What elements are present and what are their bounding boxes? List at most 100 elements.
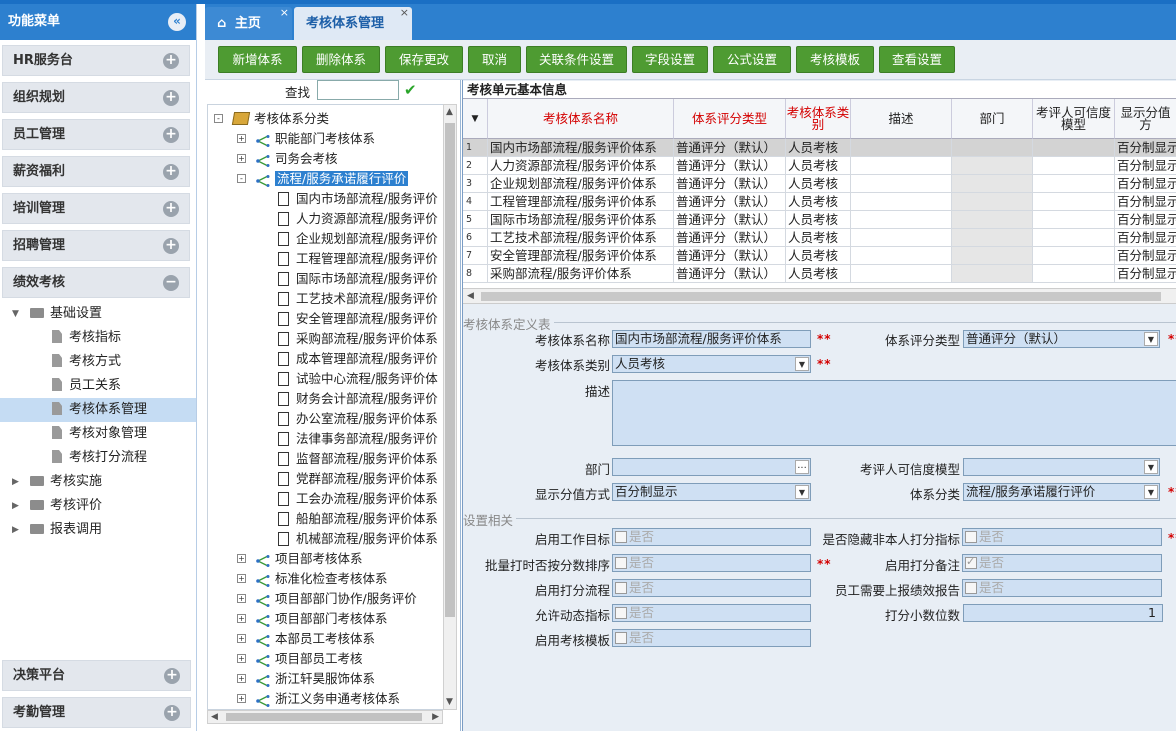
- checkbox[interactable]: [965, 555, 977, 570]
- menu-tree-item[interactable]: ▶ 考核评价: [0, 494, 196, 518]
- table-cell[interactable]: 百分制显示: [1115, 211, 1176, 229]
- tree-node[interactable]: 机械部流程/服务评价体系: [278, 529, 438, 549]
- tree-vertical-scrollbar[interactable]: ▲ ▼: [443, 104, 457, 710]
- checkbox-field[interactable]: 是否: [612, 629, 811, 647]
- tree-node[interactable]: 工会办流程/服务评价体系: [278, 489, 438, 509]
- scroll-right-icon[interactable]: ▶: [432, 712, 439, 722]
- tree-node[interactable]: 安全管理部流程/服务评价: [278, 309, 438, 329]
- table-cell[interactable]: [952, 175, 1033, 193]
- checkbox-field[interactable]: 是否: [612, 579, 811, 597]
- column-header[interactable]: 考评人可信度模型: [1033, 99, 1115, 139]
- menu-section[interactable]: HR服务台 +: [2, 45, 190, 76]
- table-cell[interactable]: [952, 139, 1033, 157]
- tree-node[interactable]: 采购部流程/服务评价体系: [278, 329, 438, 349]
- menu-tree-item[interactable]: 考核对象管理: [0, 422, 196, 446]
- expand-icon[interactable]: +: [237, 154, 246, 163]
- tab-home[interactable]: ⌂ 主页 ×: [205, 6, 292, 40]
- expand-icon[interactable]: +: [237, 634, 246, 643]
- table-cell[interactable]: 人员考核: [786, 193, 851, 211]
- column-header[interactable]: 考核体系类别: [786, 99, 851, 139]
- table-cell[interactable]: 百分制显示: [1115, 265, 1176, 283]
- toolbar-button[interactable]: 新增体系: [218, 46, 297, 73]
- table-cell[interactable]: [1033, 139, 1115, 157]
- checkbox-field[interactable]: 是否: [962, 554, 1162, 572]
- table-cell[interactable]: [1033, 175, 1115, 193]
- toolbar-button[interactable]: 删除体系: [302, 46, 380, 73]
- table-cell[interactable]: 百分制显示: [1115, 175, 1176, 193]
- tree-node[interactable]: 浙江轩昊服饰体系: [256, 669, 375, 689]
- checkbox-field[interactable]: 是否: [612, 554, 811, 572]
- table-cell[interactable]: 百分制显示: [1115, 229, 1176, 247]
- checkbox-field[interactable]: 是否: [612, 528, 811, 546]
- scroll-down-icon[interactable]: ▼: [446, 697, 453, 707]
- table-cell[interactable]: 人员考核: [786, 175, 851, 193]
- table-cell[interactable]: [1033, 265, 1115, 283]
- toolbar-button[interactable]: 取消: [468, 46, 521, 73]
- table-row[interactable]: 7 安全管理部流程/服务评价体系 普通评分（默认） 人员考核 百分制显示: [463, 247, 1176, 265]
- menu-section[interactable]: 薪资福利 +: [2, 156, 190, 187]
- tree-node[interactable]: 浙江义务申通考核体系: [256, 689, 400, 709]
- dropdown-arrow-icon[interactable]: ▼: [795, 357, 809, 371]
- tree-node[interactable]: 项目部考核体系: [256, 549, 363, 569]
- browse-icon[interactable]: ...: [795, 460, 809, 474]
- menu-tree-item[interactable]: ▶ 报表调用: [0, 518, 196, 542]
- tree-node[interactable]: 法律事务部流程/服务评价: [278, 429, 438, 449]
- table-cell[interactable]: [851, 139, 952, 157]
- dropdown-arrow-icon[interactable]: ▼: [795, 485, 809, 499]
- checkbox-field[interactable]: 是否: [962, 528, 1162, 546]
- tree-node[interactable]: 企业规划部流程/服务评价: [278, 229, 438, 249]
- close-icon[interactable]: ×: [400, 0, 409, 29]
- tree-node[interactable]: 财务会计部流程/服务评价: [278, 389, 438, 409]
- checkbox[interactable]: [615, 531, 627, 543]
- dropdown-arrow-icon[interactable]: ▼: [1144, 332, 1158, 346]
- checkbox-field[interactable]: 是否: [962, 579, 1162, 597]
- tree-node[interactable]: 本部员工考核体系: [256, 629, 375, 649]
- table-row[interactable]: 8 采购部流程/服务评价体系 普通评分（默认） 人员考核 百分制显示: [463, 265, 1176, 283]
- menu-section[interactable]: 绩效考核 −: [2, 267, 190, 298]
- checkbox[interactable]: [615, 607, 627, 619]
- menu-tree-item[interactable]: 考核方式: [0, 350, 196, 374]
- expand-icon[interactable]: +: [237, 654, 246, 663]
- table-cell[interactable]: 百分制显示: [1115, 247, 1176, 265]
- menu-section[interactable]: 决策平台 +: [2, 660, 191, 691]
- table-cell[interactable]: 普通评分（默认）: [674, 229, 786, 247]
- system-class-select[interactable]: 流程/服务承诺履行评价 ▼: [963, 483, 1160, 501]
- menu-tree-item[interactable]: ▼ 基础设置: [0, 302, 196, 326]
- table-cell[interactable]: 人员考核: [786, 265, 851, 283]
- collapse-icon[interactable]: -: [214, 114, 223, 123]
- table-cell[interactable]: 人力资源部流程/服务评价体系: [488, 157, 674, 175]
- table-cell[interactable]: [952, 193, 1033, 211]
- expand-icon[interactable]: +: [163, 201, 179, 217]
- checkbox[interactable]: [615, 557, 627, 569]
- toolbar-button[interactable]: 公式设置: [713, 46, 791, 73]
- table-cell[interactable]: 企业规划部流程/服务评价体系: [488, 175, 674, 193]
- decimal-places-input[interactable]: 1: [963, 604, 1163, 622]
- expand-icon[interactable]: +: [237, 594, 246, 603]
- toolbar-button[interactable]: 字段设置: [632, 46, 708, 73]
- table-row[interactable]: 4 工程管理部流程/服务评价体系 普通评分（默认） 人员考核 百分制显示: [463, 193, 1176, 211]
- expand-icon[interactable]: +: [237, 134, 246, 143]
- table-cell[interactable]: [1033, 229, 1115, 247]
- system-category-select[interactable]: 人员考核 ▼: [612, 355, 811, 373]
- menu-section[interactable]: 考勤管理 +: [2, 697, 191, 728]
- table-cell[interactable]: [952, 211, 1033, 229]
- table-cell[interactable]: 人员考核: [786, 211, 851, 229]
- menu-section[interactable]: 招聘管理 +: [2, 230, 190, 261]
- column-header[interactable]: 显示分值方: [1115, 99, 1176, 139]
- table-cell[interactable]: 普通评分（默认）: [674, 247, 786, 265]
- tree-node[interactable]: 成本管理部流程/服务评价: [278, 349, 438, 369]
- description-textarea[interactable]: [612, 380, 1176, 446]
- menu-tree-item[interactable]: ▶ 考核实施: [0, 470, 196, 494]
- dropdown-arrow-icon[interactable]: ▼: [1144, 460, 1158, 474]
- menu-tree-item[interactable]: 考核打分流程: [0, 446, 196, 470]
- tree-node[interactable]: 标准化检查考核体系: [256, 569, 388, 589]
- department-input[interactable]: ...: [612, 458, 811, 476]
- tree-horizontal-scrollbar[interactable]: ◀ ▶: [207, 710, 443, 724]
- tree-node[interactable]: 职能部门考核体系: [256, 129, 375, 149]
- tree-node[interactable]: 党群部流程/服务评价体系: [278, 469, 438, 489]
- table-cell[interactable]: 百分制显示: [1115, 193, 1176, 211]
- search-input[interactable]: [317, 80, 399, 100]
- expand-icon[interactable]: +: [163, 53, 179, 69]
- table-cell[interactable]: [952, 229, 1033, 247]
- table-row[interactable]: 5 国际市场部流程/服务评价体系 普通评分（默认） 人员考核 百分制显示: [463, 211, 1176, 229]
